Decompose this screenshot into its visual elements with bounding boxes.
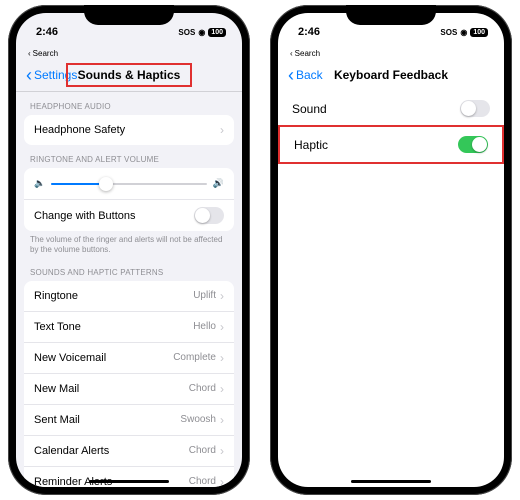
pattern-label: Sent Mail: [34, 414, 80, 426]
pattern-value: Chord: [189, 475, 224, 487]
phone-left: 2:46 SOS ◉ 100 Search Settings Sounds & …: [8, 5, 250, 495]
toggle-change-buttons[interactable]: [194, 207, 224, 224]
pattern-value: Complete: [173, 351, 224, 365]
notch: [346, 5, 436, 25]
notch: [84, 5, 174, 25]
speaker-high-icon: 🔊: [213, 178, 224, 189]
haptic-label: Haptic: [294, 138, 328, 152]
section-header-patterns: SOUNDS AND HAPTIC PATTERNS: [16, 258, 242, 281]
sos-indicator: SOS: [178, 28, 195, 37]
volume-slider-row: 🔈 🔊: [24, 168, 234, 199]
section-header-headphone: HEADPHONE AUDIO: [16, 92, 242, 115]
home-indicator[interactable]: [89, 480, 169, 483]
row-pattern[interactable]: Reminder AlertsChord: [24, 466, 234, 487]
toggle-haptic[interactable]: [458, 136, 488, 153]
row-pattern[interactable]: Sent Mail Swoosh: [24, 404, 234, 435]
row-headphone-safety[interactable]: Headphone Safety: [24, 115, 234, 145]
pattern-value: Uplift: [193, 289, 224, 303]
status-time: 2:46: [298, 26, 320, 38]
pattern-value: Chord: [189, 382, 224, 396]
row-pattern[interactable]: Ringtone Uplift: [24, 281, 234, 311]
section-footer-volume: The volume of the ringer and alerts will…: [16, 231, 242, 258]
sos-indicator: SOS: [440, 28, 457, 37]
pattern-label: New Mail: [34, 383, 79, 395]
back-button[interactable]: Back: [288, 68, 323, 82]
row-pattern[interactable]: New Mail Chord: [24, 373, 234, 404]
breadcrumb[interactable]: Search: [278, 47, 504, 59]
row-haptic[interactable]: Haptic: [278, 125, 504, 164]
back-button[interactable]: Settings: [26, 68, 77, 82]
toggle-sound[interactable]: [460, 100, 490, 117]
section-header-ringtone: RINGTONE AND ALERT VOLUME: [16, 145, 242, 168]
status-time: 2:46: [36, 26, 58, 38]
pattern-value: Swoosh: [180, 413, 224, 427]
pattern-label: Ringtone: [34, 290, 78, 302]
speaker-low-icon: 🔈: [34, 178, 45, 189]
battery-indicator: 100: [208, 28, 226, 37]
row-pattern[interactable]: Calendar Alerts Chord: [24, 435, 234, 466]
breadcrumb[interactable]: Search: [16, 47, 242, 59]
volume-slider[interactable]: [51, 183, 207, 185]
chevron-icon: [220, 123, 224, 137]
sound-label: Sound: [292, 102, 327, 116]
pattern-value: Chord: [189, 444, 224, 458]
navbar: Back Keyboard Feedback: [278, 59, 504, 91]
battery-indicator: 100: [470, 28, 488, 37]
wifi-icon: ◉: [460, 28, 467, 37]
row-change-with-buttons[interactable]: Change with Buttons: [24, 199, 234, 231]
navbar: Settings Sounds & Haptics: [16, 59, 242, 92]
phone-right: 2:46 SOS ◉ 100 Search Back Keyboard Feed…: [270, 5, 512, 495]
pattern-label: Text Tone: [34, 321, 81, 333]
wifi-icon: ◉: [198, 28, 205, 37]
home-indicator[interactable]: [351, 480, 431, 483]
row-pattern[interactable]: Text Tone Hello: [24, 311, 234, 342]
pattern-value: Hello: [193, 320, 224, 334]
row-sound[interactable]: Sound: [278, 91, 504, 127]
pattern-label: New Voicemail: [34, 352, 106, 364]
pattern-label: Calendar Alerts: [34, 445, 109, 457]
row-pattern[interactable]: New Voicemail Complete: [24, 342, 234, 373]
